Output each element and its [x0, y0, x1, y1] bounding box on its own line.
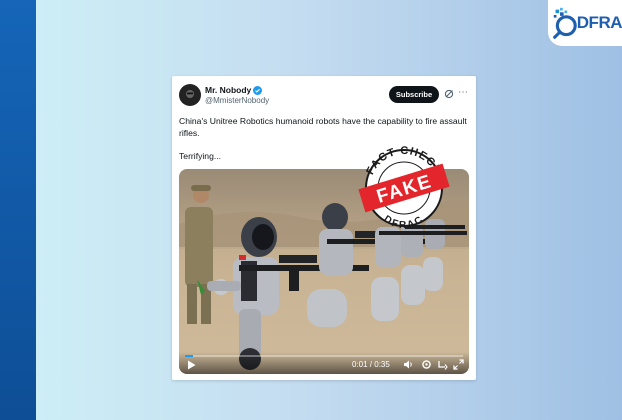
- more-options-icon[interactable]: ⋯: [458, 88, 468, 98]
- replay-icon[interactable]: [437, 359, 448, 370]
- grok-icon[interactable]: [444, 89, 454, 99]
- author-name-text: Mr. Nobody: [205, 85, 252, 95]
- left-stripe: [0, 0, 36, 420]
- dfrac-logo: DFRA: [548, 0, 622, 46]
- volume-icon[interactable]: [403, 359, 414, 370]
- avatar[interactable]: [179, 84, 201, 106]
- play-icon[interactable]: [187, 360, 196, 370]
- author-handle[interactable]: @MmisterNobody: [205, 96, 269, 105]
- progress-fill: [185, 355, 194, 357]
- tweet-text-secondary: Terrifying...: [179, 151, 222, 161]
- author-name[interactable]: Mr. Nobody: [205, 85, 263, 95]
- subscribe-button[interactable]: Subscribe: [389, 86, 439, 103]
- settings-icon[interactable]: [421, 359, 432, 370]
- logo-text: DFRA: [576, 13, 622, 32]
- video-controls: 0:01 / 0:35: [179, 352, 469, 374]
- fake-stamp: FACT CHECK DFRAC FAKE: [358, 145, 450, 228]
- verified-badge-icon: [253, 85, 263, 95]
- progress-bar[interactable]: [185, 355, 463, 357]
- avatar-face-icon: [186, 90, 194, 98]
- fullscreen-icon[interactable]: [453, 359, 464, 370]
- dfrac-logo-icon: [553, 7, 577, 39]
- tweet-card: Mr. Nobody @MmisterNobody Subscribe ⋯ Ch…: [172, 76, 476, 380]
- video-time: 0:01 / 0:35: [352, 360, 390, 369]
